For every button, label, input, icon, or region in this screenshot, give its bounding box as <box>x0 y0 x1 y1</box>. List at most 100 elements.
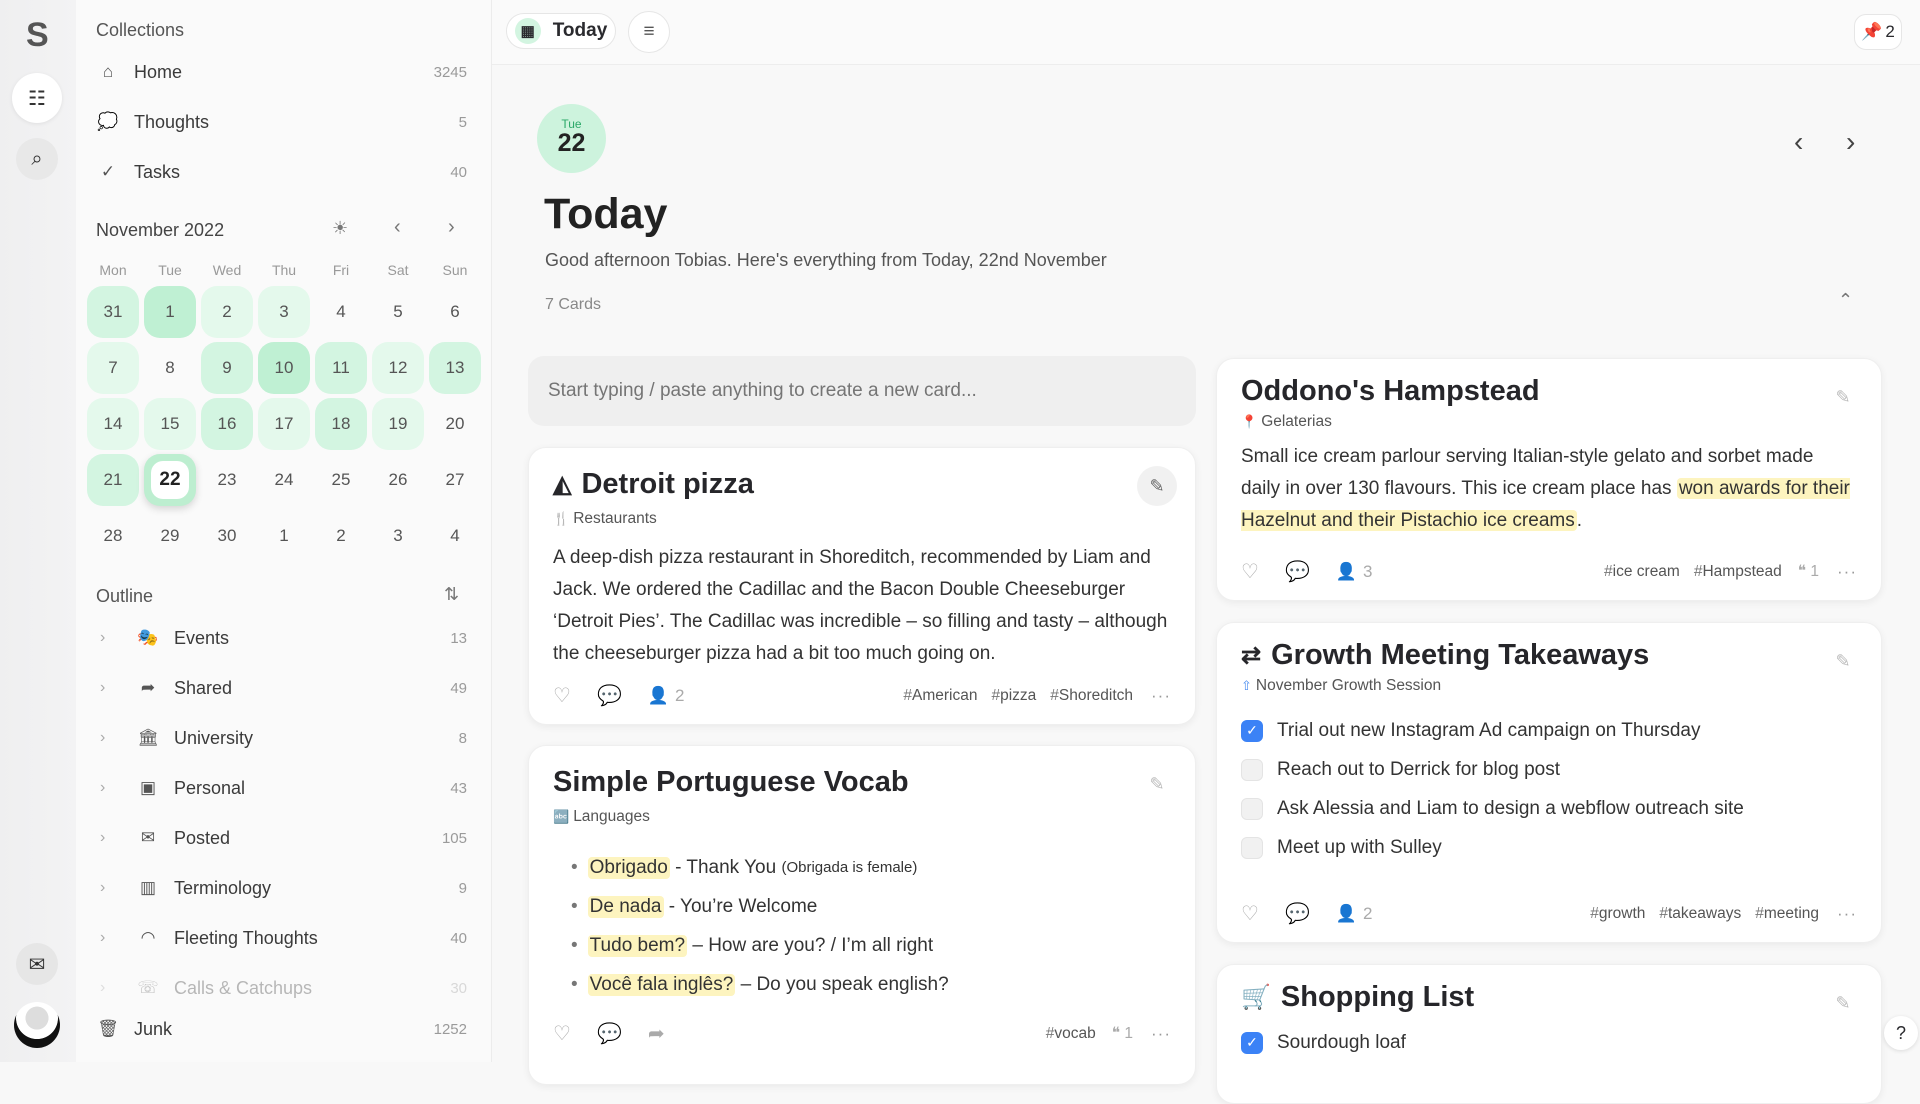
tag[interactable]: #ice cream <box>1604 563 1680 581</box>
calendar-day[interactable]: 3 <box>258 286 310 338</box>
calendar-day[interactable]: 5 <box>372 286 424 338</box>
sun-icon[interactable]: ☀ <box>332 218 348 239</box>
help-button[interactable]: ? <box>1884 1016 1918 1050</box>
prev-month-button[interactable]: ‹ <box>394 216 401 239</box>
outline-item-university[interactable]: ›🏛University8 <box>96 720 467 756</box>
pinned-button[interactable]: 📌2 <box>1854 14 1902 50</box>
calendar-day[interactable]: 29 <box>144 510 196 562</box>
outline-item-calls-catchups[interactable]: ›☏Calls & Catchups30 <box>96 970 467 1006</box>
comment-icon[interactable]: 💬 <box>1285 559 1310 584</box>
tag[interactable]: #takeaways <box>1659 905 1741 923</box>
card-oddonos-hampstead[interactable]: Oddono's Hampstead 📍Gelaterias Small ice… <box>1216 358 1882 601</box>
user-avatar[interactable] <box>14 1002 60 1048</box>
like-icon[interactable]: ♡ <box>1241 901 1259 926</box>
card-category[interactable]: Gelaterias <box>1261 413 1332 431</box>
more-icon[interactable]: ··· <box>1151 686 1171 706</box>
calendar-day[interactable]: 28 <box>87 510 139 562</box>
card-detroit-pizza[interactable]: ◭Detroit pizza 🍴Restaurants A deep-dish … <box>528 447 1196 725</box>
sort-icon[interactable]: ⇅ <box>444 584 459 605</box>
comment-icon[interactable]: 💬 <box>597 1021 622 1046</box>
tag[interactable]: #Shoreditch <box>1050 687 1133 705</box>
like-icon[interactable]: ♡ <box>1241 559 1259 584</box>
calendar-day[interactable]: 6 <box>429 286 481 338</box>
search-button[interactable]: ⌕ <box>16 138 58 180</box>
task-checkbox[interactable] <box>1241 837 1263 859</box>
card-category[interactable]: Restaurants <box>573 510 657 528</box>
like-icon[interactable]: ♡ <box>553 1021 571 1046</box>
next-day-button[interactable]: › <box>1846 126 1855 158</box>
chevron-right-icon[interactable]: › <box>100 979 122 997</box>
calendar-day[interactable]: 16 <box>201 398 253 450</box>
prev-day-button[interactable]: ‹ <box>1794 126 1803 158</box>
outline-view-button[interactable]: ☷ <box>12 73 62 123</box>
calendar-day[interactable]: 23 <box>201 454 253 506</box>
card-growth-meeting[interactable]: ⇄Growth Meeting Takeaways ⇧November Grow… <box>1216 622 1882 943</box>
edit-button[interactable]: ✎ <box>1823 377 1863 417</box>
calendar-day[interactable]: 27 <box>429 454 481 506</box>
inbox-button[interactable]: ✉ <box>16 943 58 985</box>
edit-button[interactable]: ✎ <box>1137 466 1177 506</box>
card-category[interactable]: Languages <box>573 808 650 826</box>
calendar-day[interactable]: 24 <box>258 454 310 506</box>
collapse-button[interactable]: ⌃ <box>1838 290 1853 311</box>
next-month-button[interactable]: › <box>448 216 455 239</box>
comment-icon[interactable]: 💬 <box>1285 901 1310 926</box>
chevron-right-icon[interactable]: › <box>100 929 122 947</box>
calendar-day[interactable]: 8 <box>144 342 196 394</box>
share-icon[interactable]: ➦ <box>648 1021 665 1046</box>
card-portuguese-vocab[interactable]: Simple Portuguese Vocab 🔤Languages Obrig… <box>528 745 1196 1085</box>
outline-item-events[interactable]: ›🎭Events13 <box>96 620 467 656</box>
calendar-day[interactable]: 20 <box>429 398 481 450</box>
calendar-day[interactable]: 25 <box>315 454 367 506</box>
calendar-day[interactable]: 4 <box>429 510 481 562</box>
more-icon[interactable]: ··· <box>1837 904 1857 924</box>
calendar-day[interactable]: 18 <box>315 398 367 450</box>
calendar-day[interactable]: 26 <box>372 454 424 506</box>
calendar-day[interactable]: 31 <box>87 286 139 338</box>
task-checkbox[interactable]: ✓ <box>1241 720 1263 742</box>
chevron-right-icon[interactable]: › <box>100 629 122 647</box>
card-category[interactable]: November Growth Session <box>1256 677 1441 695</box>
edit-button[interactable]: ✎ <box>1137 764 1177 804</box>
task-checkbox[interactable] <box>1241 759 1263 781</box>
calendar-day[interactable]: 1 <box>258 510 310 562</box>
outline-item-personal[interactable]: ›▣Personal43 <box>96 770 467 806</box>
outline-item-fleeting-thoughts[interactable]: ›◠Fleeting Thoughts40 <box>96 920 467 956</box>
today-button[interactable]: ▦ Today <box>506 13 616 49</box>
sidebar-item-home[interactable]: ⌂Home3245 <box>96 54 467 90</box>
calendar-day[interactable]: 14 <box>87 398 139 450</box>
chevron-right-icon[interactable]: › <box>100 829 122 847</box>
chevron-right-icon[interactable]: › <box>100 779 122 797</box>
outline-item-terminology[interactable]: ›▥Terminology9 <box>96 870 467 906</box>
people-icon[interactable]: 👤 <box>1336 904 1357 924</box>
sidebar-item-thoughts[interactable]: 💭Thoughts5 <box>96 104 467 140</box>
tag[interactable]: #growth <box>1590 905 1645 923</box>
chevron-right-icon[interactable]: › <box>100 729 122 747</box>
people-icon[interactable]: 👤 <box>1336 562 1357 582</box>
chevron-right-icon[interactable]: › <box>100 679 122 697</box>
like-icon[interactable]: ♡ <box>553 683 571 708</box>
calendar-day[interactable]: 11 <box>315 342 367 394</box>
calendar-day[interactable]: 30 <box>201 510 253 562</box>
backlinks-count[interactable]: ❝ 1 <box>1112 1024 1133 1043</box>
card-shopping-list[interactable]: 🛒Shopping List ✓Sourdough loaf ✎ <box>1216 964 1882 1104</box>
calendar-day[interactable]: 19 <box>372 398 424 450</box>
calendar-day[interactable]: 12 <box>372 342 424 394</box>
tag[interactable]: #American <box>903 687 977 705</box>
chevron-right-icon[interactable]: › <box>100 879 122 897</box>
edit-button[interactable]: ✎ <box>1823 983 1863 1023</box>
people-icon[interactable]: 👤 <box>648 686 669 706</box>
calendar-day[interactable]: 3 <box>372 510 424 562</box>
calendar-day[interactable]: 2 <box>201 286 253 338</box>
sidebar-item-junk[interactable]: 🗑 Junk 1252 <box>96 1011 467 1047</box>
tag[interactable]: #vocab <box>1046 1025 1096 1043</box>
calendar-day[interactable]: 13 <box>429 342 481 394</box>
more-icon[interactable]: ··· <box>1151 1024 1171 1044</box>
outline-item-posted[interactable]: ›✉Posted105 <box>96 820 467 856</box>
new-card-input[interactable] <box>528 356 1196 426</box>
outline-item-shared[interactable]: ›➦Shared49 <box>96 670 467 706</box>
tag[interactable]: #pizza <box>991 687 1036 705</box>
calendar-day[interactable]: 10 <box>258 342 310 394</box>
task-checkbox[interactable]: ✓ <box>1241 1032 1263 1054</box>
calendar-day[interactable]: 15 <box>144 398 196 450</box>
